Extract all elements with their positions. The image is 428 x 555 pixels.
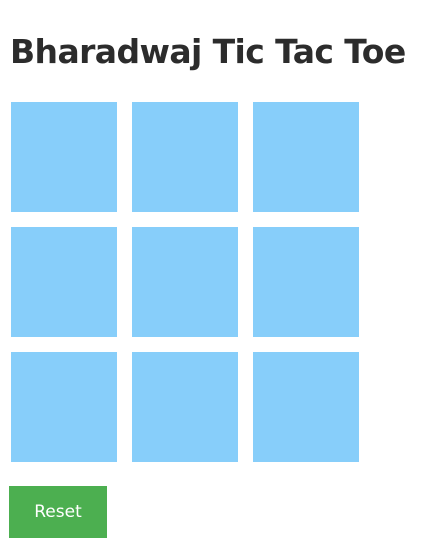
page-title: Bharadwaj Tic Tac Toe [10,32,406,71]
board-cell-1[interactable] [11,102,117,212]
board-cell-9[interactable] [253,352,359,462]
board-cell-8[interactable] [132,352,238,462]
board-cell-4[interactable] [11,227,117,337]
game-board [11,102,359,462]
board-cell-2[interactable] [132,102,238,212]
board-cell-6[interactable] [253,227,359,337]
board-cell-5[interactable] [132,227,238,337]
board-cell-7[interactable] [11,352,117,462]
board-cell-3[interactable] [253,102,359,212]
reset-button[interactable]: Reset [9,486,107,538]
